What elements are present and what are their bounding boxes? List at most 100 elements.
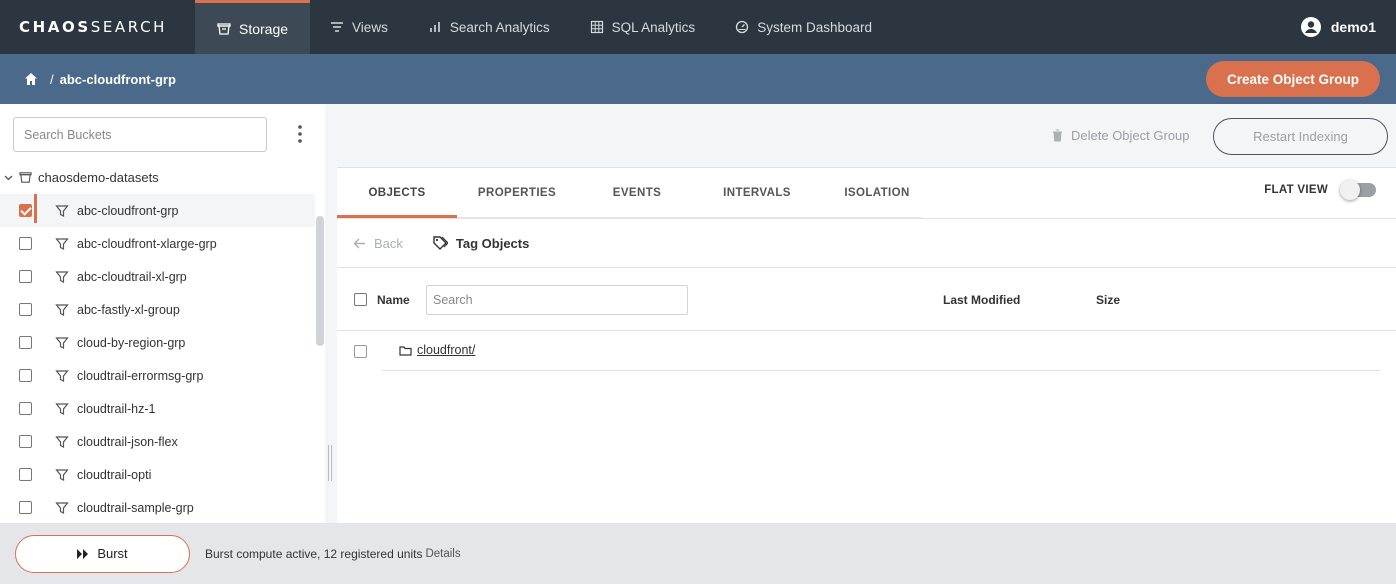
item-label: cloudtrail-json-flex <box>77 434 178 449</box>
burst-label: Burst <box>97 546 128 561</box>
tab-divider <box>457 217 922 218</box>
tag-objects-button[interactable]: Tag Objects <box>433 236 529 251</box>
filter-lines-icon <box>330 20 344 34</box>
nav-label: Search Analytics <box>449 19 550 35</box>
breadcrumb-separator: / <box>50 71 54 87</box>
tree-root-label: chaosdemo-datasets <box>38 170 159 185</box>
item-label: cloudtrail-sample-grp <box>77 500 194 515</box>
row-checkbox[interactable] <box>354 345 367 358</box>
funnel-icon <box>55 468 69 482</box>
item-checkbox[interactable] <box>19 303 32 316</box>
item-label: cloudtrail-hz-1 <box>77 401 156 416</box>
list-item[interactable]: abc-cloudfront-grp <box>0 194 315 227</box>
nav-search-analytics[interactable]: Search Analytics <box>408 0 570 54</box>
item-label: abc-cloudfront-xlarge-grp <box>77 236 217 251</box>
item-label: abc-cloudtrail-xl-grp <box>77 269 187 284</box>
list-item[interactable]: cloudtrail-sample-grp <box>0 491 315 524</box>
folder-icon <box>399 344 412 357</box>
list-item[interactable]: cloudtrail-hz-1 <box>0 392 315 425</box>
funnel-icon <box>55 336 69 350</box>
bar-chart-icon <box>428 20 442 34</box>
funnel-icon <box>55 237 69 251</box>
nav-system-dashboard[interactable]: System Dashboard <box>715 0 892 54</box>
flat-view-label: FLAT VIEW <box>1264 184 1328 196</box>
objects-table-header: Name Last Modified Size <box>337 269 1396 331</box>
item-label: abc-cloudfront-grp <box>77 203 179 218</box>
nav-views[interactable]: Views <box>310 0 408 54</box>
home-icon[interactable] <box>24 72 38 86</box>
column-header-name[interactable]: Name <box>377 293 410 307</box>
breadcrumb-current: abc-cloudfront-grp <box>59 71 176 87</box>
search-buckets-input[interactable] <box>13 117 267 152</box>
select-all-checkbox[interactable] <box>354 293 367 306</box>
table-row[interactable]: cloudfront/ <box>337 332 1396 371</box>
funnel-icon <box>55 501 69 515</box>
footer-bar: Burst Burst compute active, 12 registere… <box>0 523 1396 584</box>
delete-object-group-button[interactable]: Delete Object Group <box>1052 128 1190 143</box>
tab-intervals[interactable]: INTERVALS <box>697 169 817 218</box>
create-object-group-button[interactable]: Create Object Group <box>1206 61 1380 97</box>
grid-icon <box>590 20 604 34</box>
nav-label: Storage <box>239 20 289 37</box>
list-item[interactable]: cloudtrail-errormsg-grp <box>0 359 315 392</box>
user-menu[interactable]: demo1 <box>1300 17 1396 37</box>
sidebar-scrollbar[interactable] <box>316 216 324 346</box>
list-item[interactable]: abc-cloudtrail-xl-grp <box>0 260 315 293</box>
nav-storage[interactable]: Storage <box>195 0 311 54</box>
item-checkbox[interactable] <box>19 501 32 514</box>
flat-view-control: FLAT VIEW <box>1264 180 1376 200</box>
item-checkbox[interactable] <box>19 468 32 481</box>
tab-bar: OBJECTS PROPERTIES EVENTS INTERVALS ISOL… <box>337 169 1396 219</box>
object-search-input[interactable] <box>426 285 688 315</box>
object-toolbar: Back Tag Objects <box>337 219 1396 268</box>
funnel-icon <box>55 369 69 383</box>
user-name: demo1 <box>1330 19 1376 35</box>
restart-indexing-button[interactable]: Restart Indexing <box>1213 118 1388 155</box>
trash-icon <box>1052 129 1063 142</box>
list-item[interactable]: cloud-by-region-grp <box>0 326 315 359</box>
chevron-down-icon[interactable] <box>4 173 13 182</box>
item-checkbox[interactable] <box>19 435 32 448</box>
list-item[interactable]: abc-fastly-xl-group <box>0 293 315 326</box>
main-panel: Delete Object Group Restart Indexing OBJ… <box>337 104 1396 523</box>
list-item[interactable]: cloudtrail-opti <box>0 458 315 491</box>
item-label: cloud-by-region-grp <box>77 335 186 350</box>
nav-label: SQL Analytics <box>611 19 696 35</box>
object-link[interactable]: cloudfront/ <box>417 343 475 357</box>
tab-isolation[interactable]: ISOLATION <box>817 169 937 218</box>
active-tab-indicator <box>337 215 457 218</box>
list-item[interactable]: cloudtrail-json-flex <box>0 425 315 458</box>
tab-events[interactable]: EVENTS <box>577 169 697 218</box>
item-label: abc-fastly-xl-group <box>77 302 180 317</box>
column-header-last-modified[interactable]: Last Modified <box>943 293 1020 307</box>
tab-properties[interactable]: PROPERTIES <box>457 169 577 218</box>
tree-root-bucket[interactable]: chaosdemo-datasets <box>4 170 159 185</box>
nav-sql-analytics[interactable]: SQL Analytics <box>570 0 716 54</box>
list-item[interactable]: abc-cloudfront-xlarge-grp <box>0 227 315 260</box>
nav-label: Views <box>352 19 388 35</box>
flat-view-toggle[interactable] <box>1340 180 1376 200</box>
item-checkbox[interactable] <box>19 270 32 283</box>
more-options-icon[interactable] <box>290 124 310 144</box>
delete-label: Delete Object Group <box>1071 128 1190 143</box>
tab-objects[interactable]: OBJECTS <box>337 169 457 218</box>
item-checkbox[interactable] <box>19 204 32 217</box>
tag-objects-label: Tag Objects <box>455 235 530 251</box>
sidebar-resize-handle[interactable] <box>328 445 332 481</box>
item-checkbox[interactable] <box>19 402 32 415</box>
actions-bar: Delete Object Group Restart Indexing <box>337 104 1396 168</box>
arrow-left-icon <box>353 237 366 250</box>
item-checkbox[interactable] <box>19 369 32 382</box>
back-label: Back <box>374 235 403 251</box>
item-checkbox[interactable] <box>19 237 32 250</box>
burst-details-link[interactable]: Details <box>425 548 460 560</box>
burst-button[interactable]: Burst <box>15 534 190 573</box>
back-button[interactable]: Back <box>353 236 403 251</box>
object-group-list: abc-cloudfront-grp abc-cloudfront-xlarge… <box>0 194 315 524</box>
storage-icon <box>217 22 231 36</box>
column-header-size[interactable]: Size <box>1096 293 1120 307</box>
breadcrumb-bar: / abc-cloudfront-grp Create Object Group <box>0 54 1396 104</box>
item-checkbox[interactable] <box>19 336 32 349</box>
brand-logo[interactable]: CHAOSSEARCH <box>0 18 195 36</box>
bucket-icon <box>19 171 32 184</box>
